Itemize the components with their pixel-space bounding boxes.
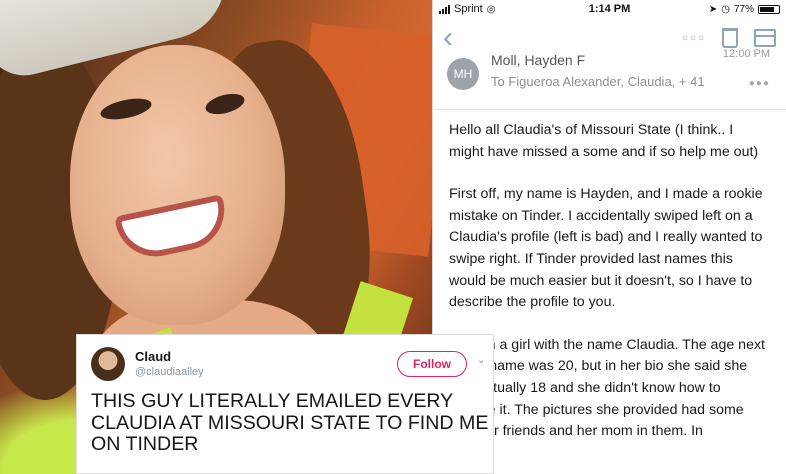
trash-icon[interactable] [722, 28, 738, 48]
recipients-line[interactable]: To Figueroa Alexander, Claudia, + 41 [491, 74, 786, 89]
tweet-handle[interactable]: @claudiaalley [135, 366, 204, 378]
tweet-card: Claud @claudiaalley Follow ⌄ THIS GUY LI… [76, 334, 494, 474]
email-paragraph: Hello all Claudia's of Missouri State (I… [449, 122, 759, 160]
email-paragraph: First off, my name is Hayden, and I made… [449, 186, 763, 311]
face [70, 45, 285, 325]
recipients-more-icon[interactable]: ●●● [749, 78, 770, 89]
chevron-down-icon[interactable]: ⌄ [477, 355, 485, 366]
tweet-avatar[interactable] [91, 347, 125, 381]
email-paragraph: I left on a girl with the name Claudia. … [449, 336, 765, 440]
sent-time: 12:00 PM [722, 48, 770, 60]
tweet-text: THIS GUY LITERALLY EMAILED EVERY CLAUDIA… [91, 390, 489, 455]
follow-button[interactable]: Follow [397, 351, 467, 377]
battery-icon [758, 4, 780, 14]
tweet-display-name[interactable]: Claud [135, 349, 171, 364]
status-bar: Sprint ◎ 1:14 PM ➤ ◷ 77% [433, 0, 786, 18]
archive-icon[interactable] [754, 29, 776, 47]
clock: 1:14 PM [588, 3, 631, 15]
more-options-icon[interactable]: ○○○ [682, 33, 706, 44]
back-chevron-icon[interactable]: ‹ [443, 23, 453, 53]
sender-avatar: MH [447, 58, 479, 90]
email-header: MH Moll, Hayden F 12:00 PM To Figueroa A… [433, 48, 786, 110]
